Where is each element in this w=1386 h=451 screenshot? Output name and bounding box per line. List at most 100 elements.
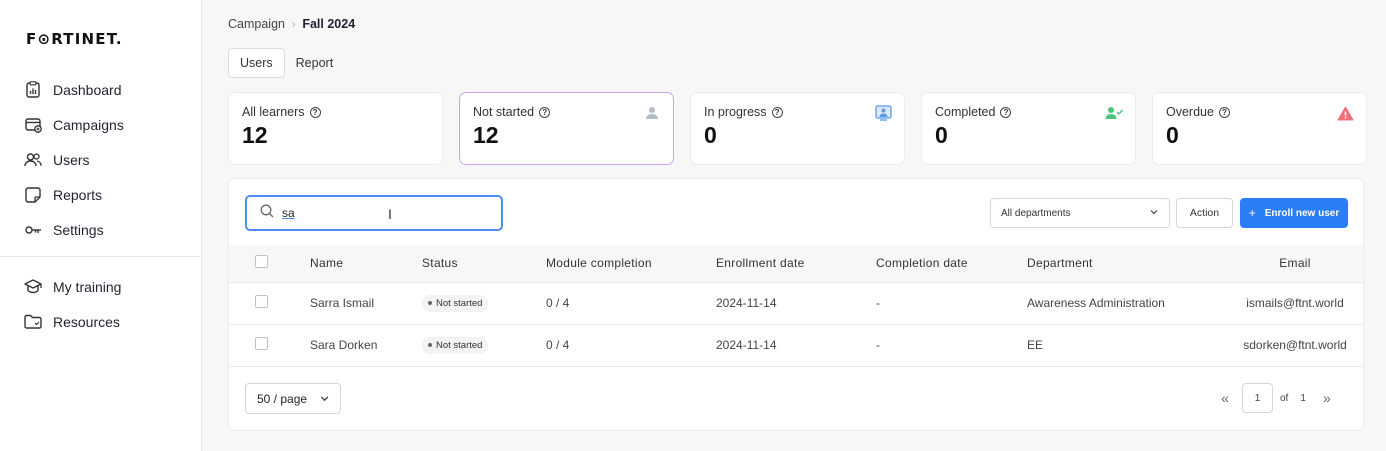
reports-icon — [24, 186, 42, 204]
users-panel: I All departments Action + Enroll new us… — [228, 178, 1364, 431]
search-input[interactable] — [282, 206, 482, 220]
stat-value: 0 — [704, 122, 717, 148]
last-page-icon[interactable]: » — [1319, 390, 1335, 406]
cell-email: ismails@ftnt.world — [1217, 282, 1363, 325]
dashboard-icon — [24, 81, 42, 99]
chevron-down-icon — [1149, 207, 1159, 220]
total-pages: 1 — [1300, 392, 1306, 404]
status-badge: Not started — [422, 294, 489, 312]
cell-module-completion: 0 / 4 — [546, 324, 716, 367]
enroll-new-user-button[interactable]: + Enroll new user — [1240, 198, 1348, 228]
sidebar-item-label: Campaigns — [53, 116, 124, 133]
sidebar: F⊙RTINET. Dashboard Campaigns Users Repo… — [0, 0, 202, 451]
breadcrumb-parent[interactable]: Campaign — [228, 17, 285, 31]
help-icon[interactable]: ? — [539, 106, 551, 118]
fortinet-logo[interactable]: F⊙RTINET. — [26, 30, 123, 48]
stat-card-completed[interactable]: Completed? 0 — [921, 92, 1136, 165]
search-icon — [260, 204, 274, 223]
department-select-value: All departments — [1001, 207, 1071, 219]
stat-cards: All learners? 12 Not started? 12 In prog… — [228, 92, 1367, 165]
page-size-value: 50 / page — [257, 391, 308, 406]
secondary-nav: My training Resources — [0, 269, 202, 339]
sidebar-item-dashboard[interactable]: Dashboard — [0, 72, 202, 107]
sidebar-item-settings[interactable]: Settings — [0, 212, 202, 247]
campaigns-icon — [24, 116, 42, 134]
text-cursor-icon: I — [388, 206, 392, 222]
graduation-cap-icon — [24, 278, 42, 296]
tab-users[interactable]: Users — [228, 48, 285, 78]
page-size-select[interactable]: 50 / page — [245, 383, 341, 414]
stat-card-in-progress[interactable]: In progress? 0 — [690, 92, 905, 165]
users-table: Name Status Module completion Enrollment… — [229, 245, 1363, 367]
breadcrumb-separator: › — [291, 18, 296, 30]
cell-completion-date: - — [876, 282, 1027, 325]
logo-text: F⊙RTINET. — [26, 30, 123, 48]
select-all-checkbox[interactable] — [255, 255, 268, 269]
column-header-completion-date[interactable]: Completion date — [876, 245, 1027, 283]
settings-key-icon — [24, 221, 42, 239]
column-header-status[interactable]: Status — [422, 245, 546, 283]
cell-department: Awareness Administration — [1027, 282, 1217, 325]
table-row[interactable]: Sara Dorken Not started 0 / 4 2024-11-14… — [229, 324, 1363, 367]
row-select-cell — [229, 324, 310, 367]
cell-department: EE — [1027, 324, 1217, 367]
tab-report[interactable]: Report — [285, 48, 345, 78]
column-header-department[interactable]: Department — [1027, 245, 1217, 283]
row-select-cell — [229, 282, 310, 325]
view-tabs: Users Report — [228, 48, 344, 78]
nav-divider — [0, 256, 202, 257]
cell-enrollment-date: 2024-11-14 — [716, 324, 876, 367]
stat-value: 0 — [1166, 122, 1179, 148]
user-icon — [643, 104, 661, 122]
sidebar-item-users[interactable]: Users — [0, 142, 202, 177]
row-checkbox[interactable] — [255, 337, 268, 350]
enroll-button-label: Enroll new user — [1264, 207, 1340, 219]
sidebar-item-label: Dashboard — [53, 81, 122, 98]
search-box[interactable]: I — [245, 195, 503, 231]
stat-card-not-started[interactable]: Not started? 12 — [459, 92, 674, 165]
sidebar-item-label: Users — [53, 151, 90, 168]
sidebar-item-label: Settings — [53, 221, 104, 238]
help-icon[interactable]: ? — [771, 106, 783, 118]
column-header-enrollment-date[interactable]: Enrollment date — [716, 245, 876, 283]
help-icon[interactable]: ? — [1000, 106, 1012, 118]
column-header-email[interactable]: Email — [1217, 245, 1363, 283]
help-icon[interactable]: ? — [309, 106, 321, 118]
cell-email: sdorken@ftnt.world — [1217, 324, 1363, 367]
first-page-icon[interactable]: « — [1217, 390, 1233, 406]
cell-name: Sara Dorken — [310, 324, 422, 367]
select-all-cell — [229, 245, 310, 283]
stat-label: All learners — [242, 105, 305, 119]
cell-enrollment-date: 2024-11-14 — [716, 282, 876, 325]
page-number-input[interactable]: 1 — [1242, 383, 1273, 413]
sidebar-item-label: Reports — [53, 186, 103, 203]
stat-card-all-learners[interactable]: All learners? 12 — [228, 92, 443, 165]
department-select[interactable]: All departments — [990, 198, 1170, 228]
main-nav: Dashboard Campaigns Users Reports Settin… — [0, 72, 202, 247]
cell-status: Not started — [422, 324, 546, 367]
stat-card-overdue[interactable]: Overdue? 0 — [1152, 92, 1367, 165]
table-row[interactable]: Sarra Ismail Not started 0 / 4 2024-11-1… — [229, 282, 1363, 325]
cell-completion-date: - — [876, 324, 1027, 367]
sidebar-item-campaigns[interactable]: Campaigns — [0, 107, 202, 142]
warning-icon — [1336, 104, 1354, 122]
sidebar-item-reports[interactable]: Reports — [0, 177, 202, 212]
folder-icon — [24, 313, 42, 331]
page-of-label: of — [1280, 392, 1289, 404]
presentation-icon — [874, 104, 892, 122]
status-dot-icon — [428, 301, 432, 306]
sidebar-item-resources[interactable]: Resources — [0, 304, 202, 339]
cell-name: Sarra Ismail — [310, 282, 422, 325]
column-header-module-completion[interactable]: Module completion — [546, 245, 716, 283]
action-button[interactable]: Action — [1176, 198, 1233, 228]
cell-status: Not started — [422, 282, 546, 325]
chevron-down-icon — [319, 393, 330, 407]
status-dot-icon — [428, 343, 432, 348]
help-icon[interactable]: ? — [1218, 106, 1230, 118]
stat-label: Overdue — [1166, 105, 1214, 119]
column-header-name[interactable]: Name — [310, 245, 422, 283]
sidebar-item-label: My training — [53, 278, 122, 295]
sidebar-item-my-training[interactable]: My training — [0, 269, 202, 304]
breadcrumb: Campaign › Fall 2024 — [228, 17, 355, 31]
row-checkbox[interactable] — [255, 295, 268, 308]
